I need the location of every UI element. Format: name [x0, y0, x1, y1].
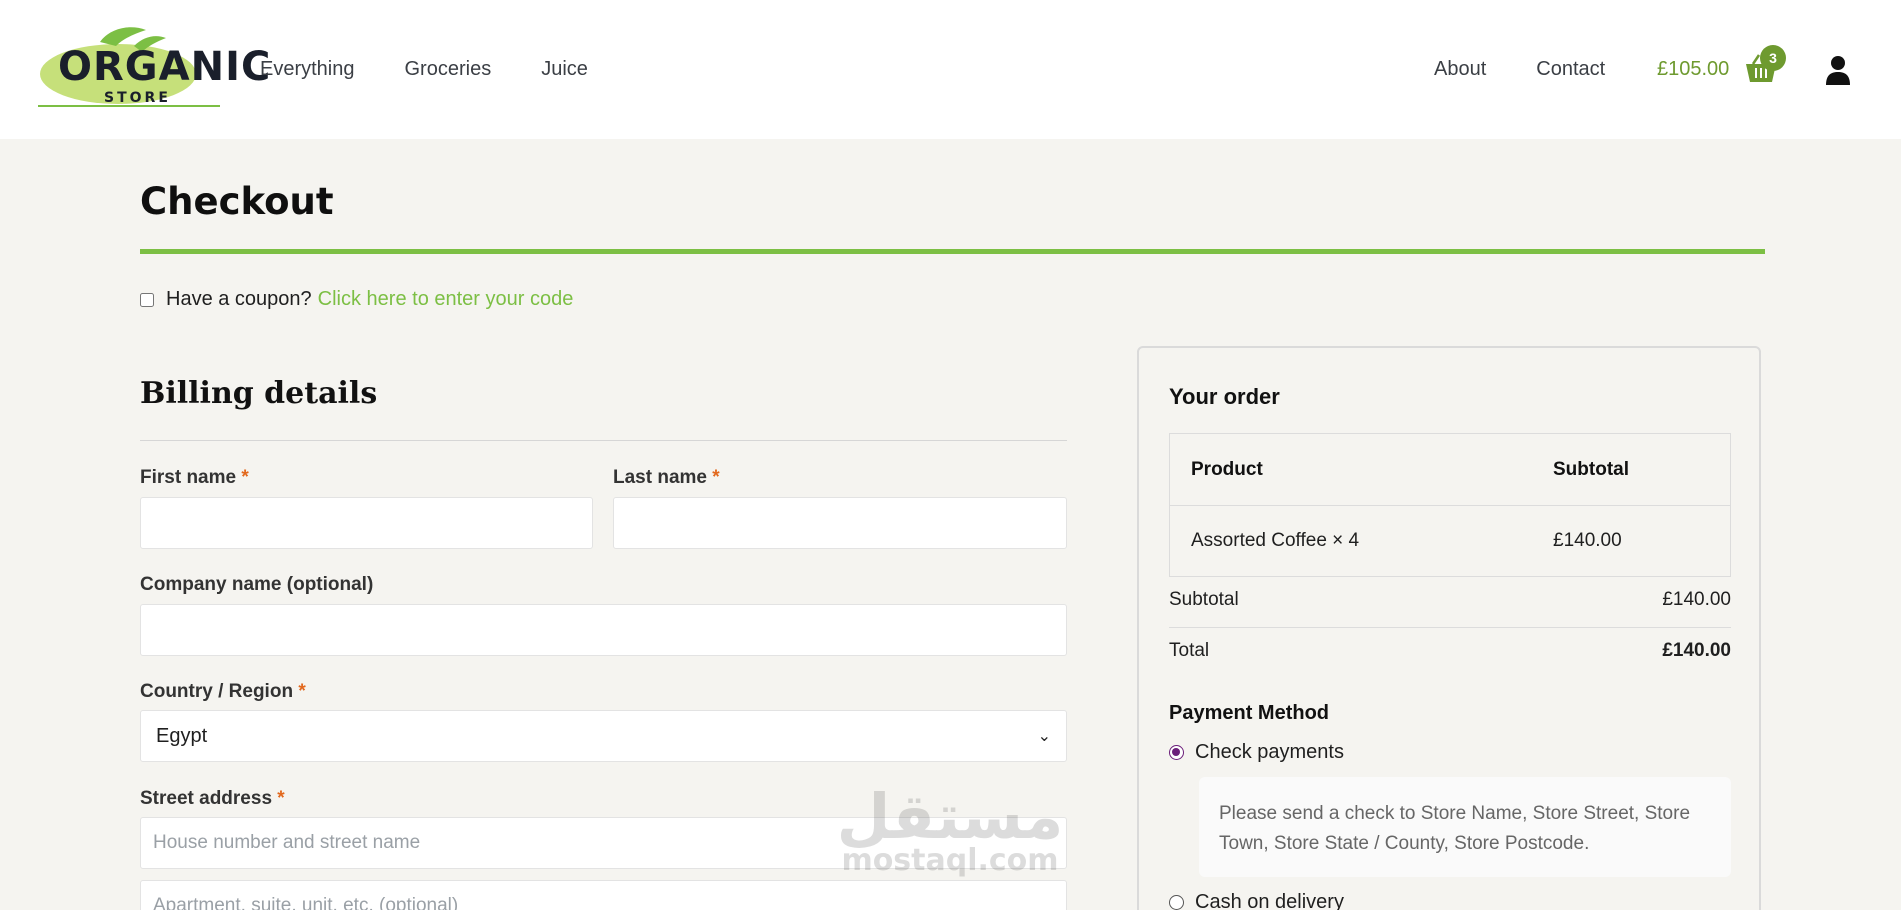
company-label: Company name (optional) — [140, 574, 374, 595]
col-subtotal: Subtotal — [1553, 458, 1629, 480]
first-name-input[interactable] — [140, 497, 593, 549]
item-name: Assorted Coffee × 4 — [1191, 530, 1360, 551]
country-label-text: Country / Region — [140, 681, 294, 702]
cart-count-badge: 3 — [1760, 45, 1786, 71]
required-mark: * — [298, 681, 306, 702]
payment-cod-label: Cash on delivery — [1195, 891, 1344, 910]
order-table: Product Subtotal Assorted Coffee × 4 £14… — [1169, 433, 1731, 577]
country-label: Country / Region * — [140, 681, 306, 703]
item-subtotal: £140.00 — [1553, 530, 1622, 551]
coupon-notice: Have a coupon? Click here to enter your … — [140, 288, 573, 311]
total-label: Total — [1169, 640, 1210, 661]
nav-link-contact[interactable]: Contact — [1536, 58, 1605, 81]
subtotal-label: Subtotal — [1169, 589, 1239, 610]
country-select-value: Egypt — [156, 724, 208, 747]
payment-option-check[interactable]: Check payments — [1169, 741, 1344, 764]
first-name-label-text: First name — [140, 467, 237, 488]
primary-nav: Everything Groceries Juice — [260, 58, 588, 81]
order-review-card: Your order Product Subtotal Assorted Cof… — [1137, 346, 1761, 910]
subtotal-value: £140.00 — [1662, 589, 1731, 610]
radio-selected-icon[interactable] — [1169, 745, 1184, 760]
order-title: Your order — [1169, 384, 1280, 409]
secondary-nav: About Contact — [1434, 58, 1605, 81]
coupon-link[interactable]: Click here to enter your code — [318, 288, 574, 311]
site-header: ORGANIC STORE Everything Groceries Juice… — [0, 0, 1901, 139]
billing-divider — [140, 440, 1067, 441]
country-select[interactable]: Egypt ⌄ — [140, 710, 1067, 762]
payment-method-title: Payment Method — [1169, 702, 1330, 724]
total-row: Total £140.00 — [1169, 640, 1731, 662]
payment-check-label: Check payments — [1195, 741, 1344, 763]
logo-subtitle: STORE — [104, 90, 171, 106]
total-value: £140.00 — [1662, 640, 1731, 661]
first-name-label: First name * — [140, 467, 249, 489]
title-divider — [140, 249, 1765, 254]
radio-unselected-icon[interactable] — [1169, 895, 1184, 910]
nav-link-juice[interactable]: Juice — [541, 58, 588, 81]
billing-title: Billing details — [140, 376, 378, 411]
coupon-checkbox[interactable] — [140, 292, 154, 307]
last-name-label-text: Last name — [613, 467, 707, 488]
totals-divider — [1169, 627, 1731, 628]
required-mark: * — [241, 467, 249, 488]
chevron-down-icon: ⌄ — [1037, 728, 1051, 745]
required-mark: * — [712, 467, 720, 488]
payment-option-cod[interactable]: Cash on delivery — [1169, 891, 1344, 910]
payment-check-description: Please send a check to Store Name, Store… — [1199, 777, 1731, 877]
nav-link-about[interactable]: About — [1434, 58, 1486, 81]
street-label-text: Street address — [140, 788, 273, 809]
nav-link-everything[interactable]: Everything — [260, 58, 355, 81]
watermark-latin: mostaql.com — [841, 843, 1059, 878]
order-table-header: Product Subtotal — [1170, 434, 1730, 505]
account-user-icon[interactable] — [1825, 55, 1851, 85]
nav-link-groceries[interactable]: Groceries — [405, 58, 492, 81]
required-mark: * — [277, 788, 285, 809]
subtotal-row: Subtotal £140.00 — [1169, 589, 1731, 611]
order-item-row: Assorted Coffee × 4 £140.00 — [1170, 505, 1730, 576]
watermark: مستقل mostaql.com — [835, 780, 1065, 890]
col-product: Product — [1191, 458, 1263, 480]
page-title: Checkout — [140, 180, 334, 223]
coupon-prompt: Have a coupon? — [166, 288, 312, 310]
cart-total[interactable]: £105.00 — [1657, 58, 1729, 81]
street-label: Street address * — [140, 788, 285, 810]
logo-wordmark: ORGANIC — [58, 44, 272, 90]
last-name-input[interactable] — [613, 497, 1067, 549]
last-name-label: Last name * — [613, 467, 720, 489]
store-logo[interactable]: ORGANIC STORE — [38, 24, 270, 108]
company-input[interactable] — [140, 604, 1067, 656]
